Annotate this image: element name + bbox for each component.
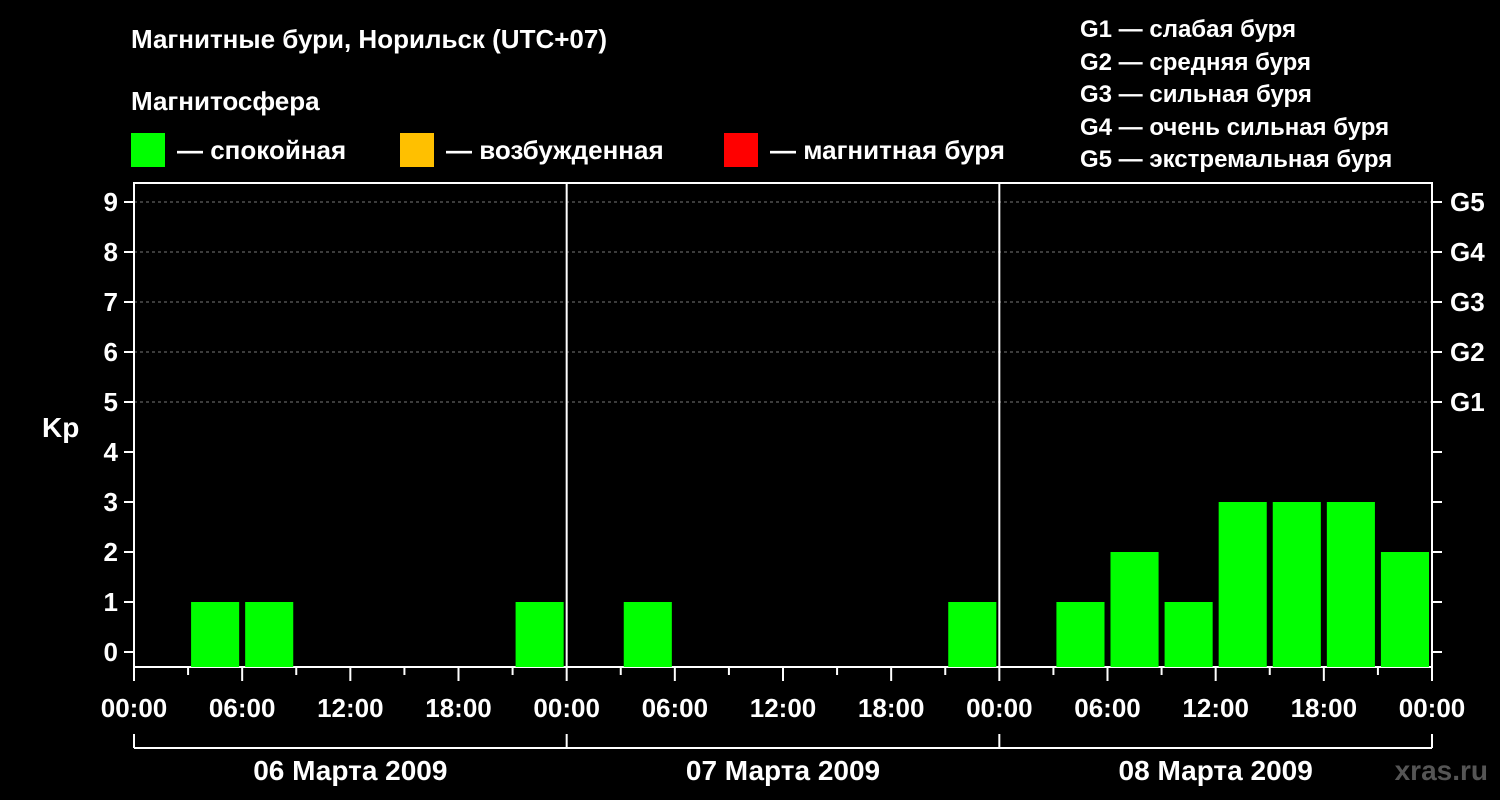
kp-bar xyxy=(948,602,997,667)
g-level-label: G1 xyxy=(1450,387,1485,417)
x-tick-label: 06:00 xyxy=(209,693,276,723)
x-tick-label: 06:00 xyxy=(1074,693,1141,723)
kp-bar xyxy=(1056,602,1105,667)
g-level-label: G4 xyxy=(1450,237,1485,267)
x-tick-label: 18:00 xyxy=(1291,693,1358,723)
y-tick-label: 3 xyxy=(104,487,118,517)
x-tick-label: 00:00 xyxy=(101,693,168,723)
y-tick-label: 0 xyxy=(104,637,118,667)
y-tick-label: 8 xyxy=(104,237,118,267)
x-tick-label: 12:00 xyxy=(1182,693,1249,723)
kp-bar xyxy=(1326,502,1375,667)
y-tick-label: 7 xyxy=(104,287,118,317)
kp-bar xyxy=(1164,602,1213,667)
day-label: 06 Марта 2009 xyxy=(253,755,447,786)
x-tick-label: 12:00 xyxy=(317,693,384,723)
x-tick-label: 12:00 xyxy=(750,693,817,723)
kp-bar xyxy=(245,602,294,667)
kp-bar xyxy=(1380,552,1429,667)
y-tick-label: 9 xyxy=(104,187,118,217)
y-tick-label: 5 xyxy=(104,387,118,417)
x-tick-label: 00:00 xyxy=(533,693,600,723)
kp-bar xyxy=(1110,552,1159,667)
day-label: 08 Марта 2009 xyxy=(1119,755,1313,786)
kp-bar xyxy=(1218,502,1267,667)
watermark: xras.ru xyxy=(1394,755,1488,786)
x-tick-label: 06:00 xyxy=(642,693,709,723)
y-tick-label: 1 xyxy=(104,587,118,617)
kp-bar xyxy=(515,602,564,667)
x-tick-label: 18:00 xyxy=(858,693,925,723)
y-tick-label: 4 xyxy=(104,437,119,467)
day-label: 07 Марта 2009 xyxy=(686,755,880,786)
kp-bar-chart: 0 1 2 3 4 5 6 7 8 9 G1 G2 G3 G4 G5 Kp 00:00 06:00 12:00 18:… xyxy=(42,182,1485,786)
g-level-label: G3 xyxy=(1450,287,1485,317)
y-tick-label: 6 xyxy=(104,337,118,367)
y-tick-label: 2 xyxy=(104,537,118,567)
g-level-label: G2 xyxy=(1450,337,1485,367)
x-tick-label: 00:00 xyxy=(966,693,1033,723)
g-level-label: G5 xyxy=(1450,187,1485,217)
x-tick-label: 18:00 xyxy=(425,693,492,723)
kp-bar xyxy=(1272,502,1321,667)
kp-bar xyxy=(191,602,240,667)
y-axis-label: Kp xyxy=(42,412,79,443)
kp-bar xyxy=(623,602,672,667)
x-tick-label: 00:00 xyxy=(1399,693,1466,723)
